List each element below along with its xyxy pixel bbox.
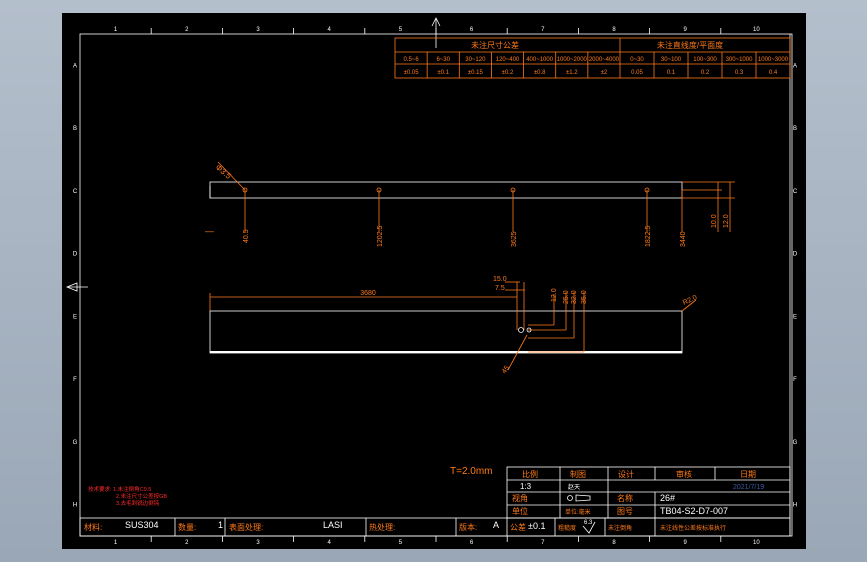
surface-value: LASI [323, 520, 343, 530]
roughness-value: 6.3 [584, 520, 593, 526]
angular-value-cell: 0.1 [667, 70, 676, 76]
tb-date-value: 2021/7/19 [733, 484, 764, 491]
tb-name-value: 26# [660, 493, 675, 503]
angular-value-cell: 0.2 [701, 70, 710, 76]
roughness-label: 粗糙度 [558, 524, 576, 532]
grid-row-label: H [73, 503, 77, 509]
drawing-sheet[interactable]: 1122334455667788991010 A AB BC CD DE EF FG GH H … [0, 0, 867, 562]
grid-col-label: 10 [753, 540, 760, 546]
note-line-1: 技术要求: 1.未注倒角C0.5 [88, 485, 151, 493]
linear-range-cell: 0.5~6 [403, 57, 419, 63]
grid-row-label: D [73, 252, 78, 258]
hole-position-4: 1822.5 [645, 225, 652, 247]
linear-range-cell: 1000~2000 [557, 57, 588, 63]
version-label: 版本: [459, 522, 477, 532]
tb-header-design: 设计 [618, 469, 634, 479]
grid-row-label: B [793, 126, 797, 132]
hole-position-1: 40.5 [243, 229, 250, 243]
qty-value: 1 [218, 520, 223, 530]
hole-position-3: 3625 [511, 231, 518, 247]
cad-viewer-background: 1 1 2 2 3 3 4 4 5 5 6 6 7 7 8 8 9 9 10 10 AABBCCDDEEFFGGHH … [0, 0, 867, 562]
grid-row-label: D [793, 252, 798, 258]
linear-range-cell: 400~1000 [526, 57, 554, 63]
heat-label: 热处理: [369, 522, 395, 532]
grid-row-label: C [793, 189, 798, 195]
tb-drafter-value: 赵天 [568, 483, 580, 491]
grid-row-label: E [793, 314, 797, 320]
angular-range-cell: 1000~3000 [758, 57, 789, 63]
thickness-label: T=2.0mm [450, 466, 493, 477]
linear-value-cell: ±0.15 [468, 70, 484, 76]
grid-row-label: A [73, 63, 77, 69]
tb-name-label: 名称 [617, 493, 633, 503]
tb-header-review: 审核 [676, 469, 692, 479]
note-line-2: 2.未注尺寸公差按GB [116, 492, 167, 500]
linear-value-cell: ±0.8 [534, 70, 546, 76]
grid-row-label: A [793, 63, 797, 69]
dim-35-label: 35.0 [581, 290, 588, 304]
tb-scale-value: 1:3 [520, 482, 532, 491]
material-value: SUS304 [125, 520, 159, 530]
hole-position-2: 1202.5 [377, 225, 384, 247]
qty-label: 数量: [178, 522, 196, 532]
tb-drawing-no: TB04-S2-D7-007 [660, 506, 728, 516]
grid-row-label: F [793, 377, 797, 383]
left-mark: — [205, 226, 214, 236]
surface-label: 表面处理: [229, 522, 263, 532]
tb-header-scale: 比例 [522, 469, 538, 479]
dim-25-label: 25.0 [563, 290, 570, 304]
tb-view-label: 视角 [512, 493, 528, 503]
height-dim-2-label: 12.0 [723, 214, 730, 228]
company-text: 未注线性公差按标准执行 [660, 524, 726, 532]
linear-value-cell: ±0.1 [437, 70, 449, 76]
angular-value-cell: 0.4 [769, 70, 778, 76]
length-dim-label: 3680 [360, 290, 376, 297]
grid-col-label: 10 [753, 27, 760, 33]
angular-range-cell: 0~30 [630, 57, 644, 63]
angular-tolerance-title: 未注直线度/平面度 [657, 40, 723, 50]
tolerance-value: ±0.1 [528, 521, 545, 531]
height-dim-1-label: 10.0 [711, 214, 718, 228]
tb-unit-value: 单位:毫米 [565, 508, 591, 516]
grid-row-label: G [73, 440, 78, 446]
hole-position-5: 3440 [680, 231, 687, 247]
tb-drawing-no-label: 图号 [617, 507, 633, 516]
linear-range-cell: 30~120 [465, 57, 486, 63]
angular-range-cell: 300~1000 [726, 57, 754, 63]
dim-75-label: 7.5 [495, 285, 505, 292]
linear-range-cell: 120~400 [496, 57, 520, 63]
grid-row-label: F [73, 377, 77, 383]
dim-12-label: 12.0 [551, 288, 558, 302]
angular-value-cell: 0.3 [735, 70, 744, 76]
grid-row-label: H [793, 503, 797, 509]
dim-15-label: 15.0 [493, 276, 507, 283]
angular-range-cell: 30~100 [661, 57, 682, 63]
linear-value-cell: ±1.2 [566, 70, 578, 76]
linear-value-cell: ±0.2 [502, 70, 514, 76]
version-value: A [493, 520, 499, 530]
angular-range-cell: 100~300 [693, 57, 717, 63]
tb-header-drafter: 制图 [570, 469, 586, 479]
tb-unit-label: 单位 [512, 506, 528, 516]
drawing-canvas [62, 13, 806, 549]
grid-row-label: G [793, 440, 798, 446]
linear-range-cell: 2000~4000 [589, 57, 620, 63]
tb-header-date: 日期 [740, 470, 756, 479]
note-chamfer-label: 未注倒角 [608, 524, 632, 532]
grid-row-label: C [73, 189, 78, 195]
material-label: 材料: [84, 522, 102, 532]
grid-row-label: E [73, 314, 77, 320]
linear-range-cell: 6~30 [436, 57, 450, 63]
note-line-3: 3.去毛刺锐边倒钝 [116, 499, 160, 507]
tolerance-label: 公差 [510, 522, 526, 532]
grid-row-label: B [73, 126, 77, 132]
dim-32-label: 32.0 [571, 290, 578, 304]
linear-value-cell: ±2 [601, 70, 608, 76]
linear-value-cell: ±0.05 [404, 70, 420, 76]
linear-tolerance-title: 未注尺寸公差 [471, 40, 519, 50]
angular-value-cell: 0.05 [631, 70, 643, 76]
